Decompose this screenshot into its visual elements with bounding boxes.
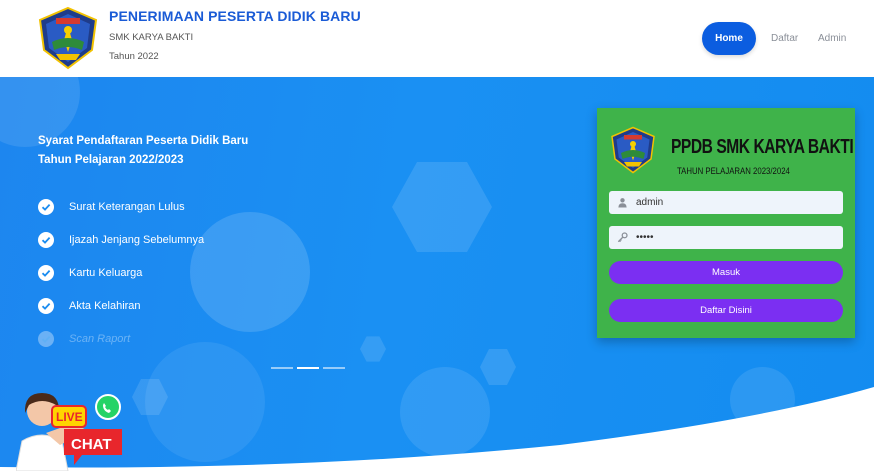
login-title: PPDB SMK KARYA BAKTI — [671, 136, 854, 158]
school-logo[interactable] — [36, 6, 100, 70]
chat-label: CHAT — [71, 436, 112, 453]
decor-circle — [190, 212, 310, 332]
live-label: LIVE — [56, 410, 83, 424]
list-item: Kartu Keluarga — [38, 256, 204, 289]
list-item: Scan Raport — [38, 322, 204, 355]
nav-daftar-link[interactable]: Daftar — [771, 33, 798, 44]
password-input[interactable]: ••••• — [609, 226, 843, 249]
login-subtitle: TAHUN PELAJARAN 2023/2024 — [677, 166, 790, 177]
nav-admin-link[interactable]: Admin — [818, 33, 846, 44]
whatsapp-icon — [95, 394, 121, 420]
list-item: Surat Keterangan Lulus — [38, 190, 204, 223]
requirements-title-line1: Syarat Pendaftaran Peserta Didik Baru — [38, 135, 249, 147]
login-card: PPDB SMK KARYA BAKTI TAHUN PELAJARAN 202… — [597, 108, 855, 338]
username-input[interactable]: admin — [609, 191, 843, 214]
check-circle-icon — [38, 231, 54, 248]
check-circle-icon — [38, 297, 54, 314]
nav-home-button[interactable]: Home — [702, 22, 756, 55]
school-logo — [611, 126, 655, 174]
requirement-label: Ijazah Jenjang Sebelumnya — [69, 233, 205, 246]
requirements-title-line2: Tahun Pelajaran 2022/2023 — [38, 154, 184, 166]
brand-title: PENERIMAAN PESERTA DIDIK BARU — [109, 8, 361, 24]
requirements-title: Syarat Pendaftaran Peserta Didik Baru Ta… — [38, 132, 248, 170]
page: PENERIMAAN PESERTA DIDIK BARU SMK KARYA … — [0, 0, 874, 475]
requirement-label: Scan Raport — [69, 332, 131, 345]
year-label: Tahun 2022 — [109, 51, 159, 62]
list-item: Akta Kelahiran — [38, 289, 204, 322]
requirement-label: Kartu Keluarga — [69, 266, 143, 279]
bottom-wave — [0, 387, 874, 475]
decor-hexagon — [392, 162, 492, 252]
carousel-indicators — [271, 367, 345, 369]
masuk-button[interactable]: Masuk — [609, 261, 843, 284]
check-circle-icon — [38, 330, 54, 347]
user-icon — [618, 198, 627, 208]
requirements-list: Surat Keterangan Lulus Ijazah Jenjang Se… — [38, 190, 204, 355]
username-value: admin — [636, 197, 664, 208]
header: PENERIMAAN PESERTA DIDIK BARU SMK KARYA … — [0, 0, 874, 77]
school-name: SMK KARYA BAKTI — [109, 32, 194, 43]
check-circle-icon — [38, 264, 54, 281]
carousel-indicator-active[interactable] — [297, 367, 319, 369]
requirement-label: Akta Kelahiran — [69, 299, 141, 312]
list-item: Ijazah Jenjang Sebelumnya — [38, 223, 204, 256]
live-chat-widget[interactable]: LIVE CHAT — [16, 389, 126, 471]
carousel-indicator[interactable] — [323, 367, 345, 369]
daftar-disini-button[interactable]: Daftar Disini — [609, 299, 843, 322]
check-circle-icon — [38, 198, 54, 215]
requirement-label: Surat Keterangan Lulus — [69, 200, 185, 213]
key-icon — [617, 232, 628, 243]
decor-hexagon — [360, 336, 386, 362]
password-value: ••••• — [636, 232, 654, 243]
hero-section: Syarat Pendaftaran Peserta Didik Baru Ta… — [0, 77, 874, 475]
carousel-indicator[interactable] — [271, 367, 293, 369]
